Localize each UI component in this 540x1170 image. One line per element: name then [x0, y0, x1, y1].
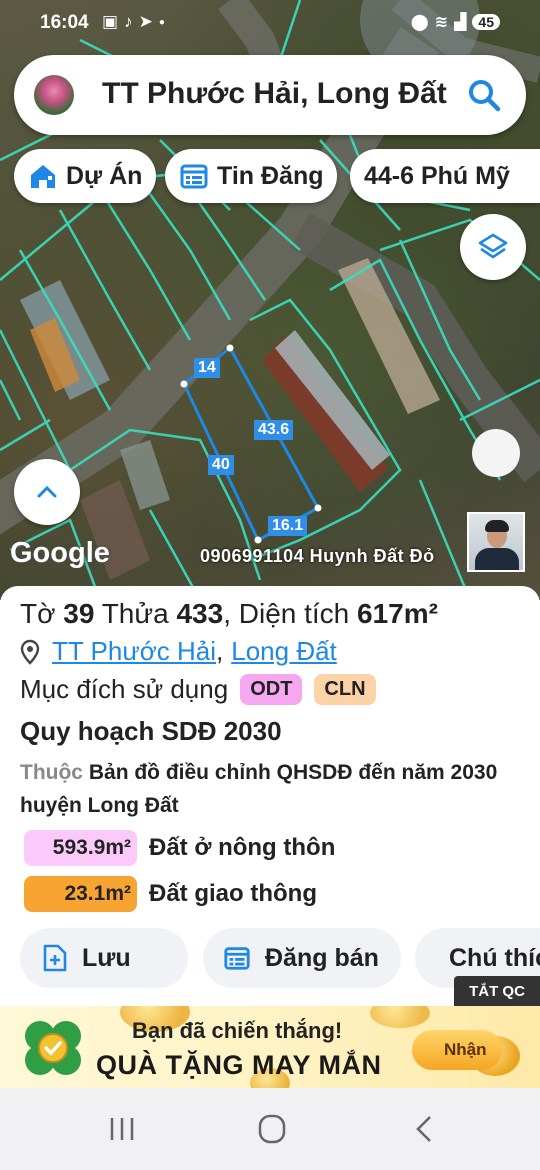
dimension-label-bottom: 16.1 [268, 516, 308, 536]
telegram-icon: ➤ [138, 12, 159, 31]
sheet-label: Tờ [20, 598, 56, 629]
area-row-residential: 593.9m² Đất ở nông thôn [24, 830, 335, 866]
chip-tin-dang[interactable]: Tin Đăng [165, 149, 338, 203]
layers-button[interactable] [460, 214, 526, 280]
agent-contact-text[interactable]: 0906991104 Huynh Đất Đỏ [200, 546, 464, 567]
chip-phu-my[interactable]: 44-6 Phú Mỹ [350, 149, 540, 203]
recent-apps-icon[interactable] [102, 1114, 142, 1144]
parcel-summary: Tờ 39 Thửa 433, Diện tích 617m² [20, 598, 438, 629]
layers-icon [478, 233, 508, 259]
area-value-transport: 23.1m² [24, 876, 137, 912]
area-value-residential: 593.9m² [24, 830, 137, 866]
chip-du-an[interactable]: Dự Án [14, 149, 157, 203]
area-label-transport: Đất giao thông [149, 880, 317, 907]
parcel-info-panel: Tờ 39 Thửa 433, Diện tích 617m² TT Phước… [0, 586, 540, 1006]
ad-claim-button[interactable]: Nhận [412, 1030, 502, 1070]
dimension-label-left: 40 [208, 455, 234, 475]
search-text[interactable]: TT Phước Hải, Long Đất [102, 77, 462, 111]
location-link-district[interactable]: Long Đất [231, 636, 337, 667]
sheet-number: 39 [63, 598, 95, 629]
system-nav-bar [0, 1088, 540, 1170]
post-for-sale-button[interactable]: Đăng bán [203, 928, 401, 988]
ad-headline-small: Bạn đã chiến thắng! [132, 1018, 343, 1043]
google-logo: Google [10, 537, 110, 569]
save-button-label: Lưu [82, 943, 131, 972]
dimension-label-right: 43.6 [254, 420, 294, 440]
dimension-label-top: 14 [194, 358, 220, 378]
save-button[interactable]: Lưu [20, 928, 188, 988]
tiktok-icon: ♪ [124, 12, 139, 31]
plot-number: 433 [176, 598, 224, 629]
signal-icon: ▟ [454, 14, 473, 31]
area-label-residential: Đất ở nông thôn [149, 834, 336, 861]
map-view[interactable]: 14 43.6 40 16.1 16:04 ▣♪➤● ⬤≋▟ 45 TT Phướ… [0, 0, 540, 600]
calendar-list-icon [180, 164, 208, 189]
notification-icons: ▣♪➤● [102, 12, 171, 32]
location-row: TT Phước Hải , Long Đất [20, 636, 337, 667]
plan-description: Thuộc Bản đồ điều chỉnh QHSDĐ đến năm 20… [20, 756, 520, 822]
post-for-sale-label: Đăng bán [265, 943, 379, 972]
plot-label: Thửa [101, 598, 169, 629]
dot-icon: ● [158, 17, 171, 29]
search-icon[interactable] [464, 75, 504, 115]
battery-icon: 45 [472, 14, 500, 30]
status-bar: 16:04 ▣♪➤● ⬤≋▟ 45 [0, 0, 540, 46]
chip-tin-dang-label: Tin Đăng [217, 161, 324, 190]
clover-icon [25, 1021, 81, 1075]
home-circle-icon[interactable] [252, 1114, 292, 1144]
screenshot-icon: ▣ [102, 12, 125, 31]
location-separator: , [216, 636, 224, 666]
expand-up-button[interactable] [14, 459, 80, 525]
area-label: Diện tích [238, 598, 350, 629]
plan-source: Bản đồ điều chỉnh QHSDĐ đến năm 2030 huy… [20, 761, 498, 817]
system-icons: ⬤≋▟ 45 [411, 12, 500, 32]
app-logo-avatar[interactable] [34, 75, 74, 115]
area-value: 617m² [357, 598, 438, 629]
plan-prefix: Thuộc [20, 761, 83, 784]
purpose-row: Mục đích sử dụng ODT CLN [20, 674, 376, 705]
calendar-list-icon [224, 947, 250, 970]
area-row-transport: 23.1m² Đất giao thông [24, 876, 317, 912]
ad-banner[interactable]: Bạn đã chiến thắng! QUÀ TẶNG MAY MẮN Nhậ… [0, 1006, 540, 1088]
chip-du-an-label: Dự Án [66, 161, 143, 190]
chevron-up-icon [37, 485, 57, 498]
legend-button-label: Chú thích [449, 943, 540, 972]
wifi-icon: ≋ [434, 14, 455, 31]
save-plus-icon [43, 944, 67, 972]
back-icon[interactable] [404, 1114, 444, 1144]
badge-odt[interactable]: ODT [240, 674, 303, 705]
plan-title: Quy hoạch SDĐ 2030 [20, 716, 282, 746]
purpose-label: Mục đích sử dụng [20, 674, 229, 704]
home-icon [31, 165, 55, 188]
chip-phu-my-label: 44-6 Phú Mỹ [364, 161, 510, 190]
location-link-town[interactable]: TT Phước Hải [52, 636, 216, 667]
close-ad-button[interactable]: TẮT QC [454, 976, 540, 1006]
coin-decoration [370, 1006, 430, 1028]
location-icon: ⬤ [410, 14, 435, 31]
location-pin-icon [20, 639, 40, 665]
ad-headline-big: QUÀ TẶNG MAY MẮN [96, 1050, 382, 1080]
badge-cln[interactable]: CLN [314, 674, 376, 705]
agent-avatar[interactable] [467, 512, 525, 572]
floating-dot-button[interactable] [472, 429, 520, 477]
search-bar[interactable]: TT Phước Hải, Long Đất [14, 55, 526, 135]
status-time: 16:04 [40, 12, 89, 33]
